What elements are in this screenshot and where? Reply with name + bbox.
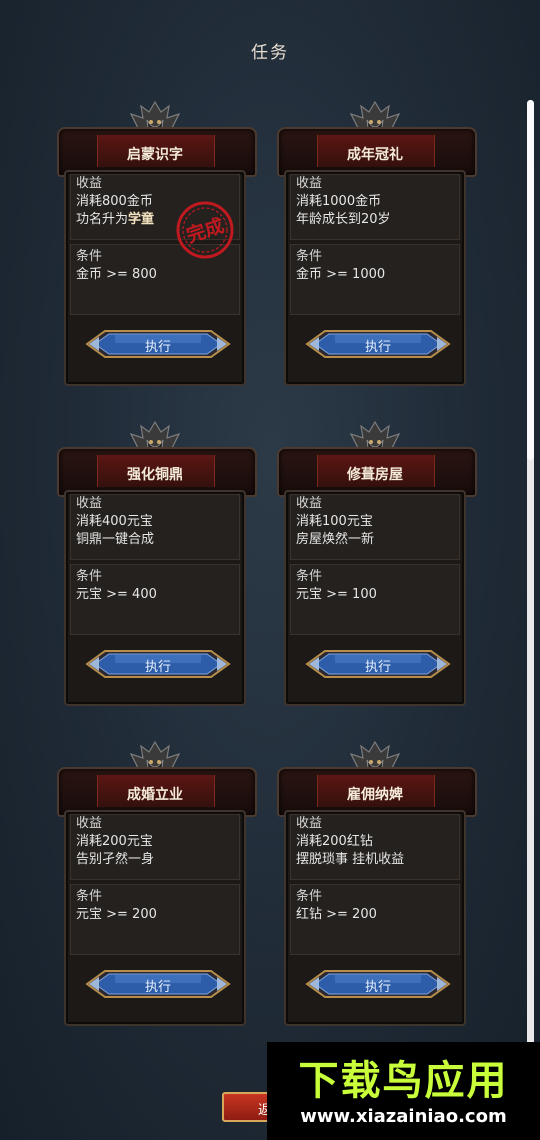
task-title: 成年冠礼 xyxy=(347,147,403,163)
revenue-box: 收益 消耗200元宝 告别孑然一身 xyxy=(70,814,240,880)
revenue-line: 消耗200元宝 xyxy=(76,834,153,849)
condition-header: 条件 xyxy=(296,249,323,264)
condition-box: 条件 元宝 >= 100 xyxy=(290,564,460,635)
svg-text:完成: 完成 xyxy=(184,214,227,248)
revenue-highlight: 学童 xyxy=(128,212,155,227)
condition-box: 条件 元宝 >= 200 xyxy=(70,884,240,955)
execute-button[interactable] xyxy=(85,969,231,999)
condition-value: 元宝 >= 100 xyxy=(296,587,377,602)
condition-box: 条件 红钻 >= 200 xyxy=(290,884,460,955)
scroll-thumb[interactable] xyxy=(527,100,534,460)
watermark-text: 下载鸟应用 xyxy=(298,1058,509,1104)
revenue-header: 收益 xyxy=(76,176,103,191)
revenue-line: 消耗100元宝 xyxy=(296,514,373,529)
revenue-line: 告别孑然一身 xyxy=(76,852,155,867)
task-title: 雇佣纳婢 xyxy=(347,787,403,803)
revenue-header: 收益 xyxy=(296,496,323,511)
task-card: 修葺房屋 收益 消耗100元宝 房屋焕然一新 条件 元宝 >= 100 执行 xyxy=(277,420,477,706)
revenue-line: 房屋焕然一新 xyxy=(296,532,375,547)
task-card: 成婚立业 收益 消耗200元宝 告别孑然一身 条件 元宝 >= 200 执行 xyxy=(57,740,257,1026)
revenue-box: 收益 消耗200红钻 摆脱琐事 挂机收益 xyxy=(290,814,460,880)
revenue-line: 年龄成长到20岁 xyxy=(296,212,391,227)
execute-button[interactable] xyxy=(85,649,231,679)
condition-header: 条件 xyxy=(76,569,103,584)
condition-header: 条件 xyxy=(296,569,323,584)
task-body: 收益 消耗1000金币 年龄成长到20岁 条件 金币 >= 1000 执行 xyxy=(284,170,466,386)
revenue-header: 收益 xyxy=(76,816,103,831)
condition-value: 元宝 >= 400 xyxy=(76,587,157,602)
page-title: 任务 xyxy=(251,43,289,63)
condition-header: 条件 xyxy=(296,889,323,904)
task-body: 收益 消耗100元宝 房屋焕然一新 条件 元宝 >= 100 执行 xyxy=(284,490,466,706)
task-card: 雇佣纳婢 收益 消耗200红钻 摆脱琐事 挂机收益 条件 红钻 >= 200 执… xyxy=(277,740,477,1026)
revenue-text: 功名升为 xyxy=(76,212,129,227)
condition-value: 红钻 >= 200 xyxy=(296,907,377,922)
scrollbar[interactable] xyxy=(527,100,534,1045)
revenue-box: 收益 消耗100元宝 房屋焕然一新 xyxy=(290,494,460,560)
revenue-box: 收益 消耗400元宝 铜鼎一键合成 xyxy=(70,494,240,560)
revenue-header: 收益 xyxy=(76,496,103,511)
condition-box: 条件 元宝 >= 400 xyxy=(70,564,240,635)
revenue-line: 消耗200红钻 xyxy=(296,834,373,849)
execute-button[interactable] xyxy=(305,969,451,999)
revenue-line: 消耗1000金币 xyxy=(296,194,382,209)
task-body: 收益 消耗200元宝 告别孑然一身 条件 元宝 >= 200 执行 xyxy=(64,810,246,1026)
revenue-header: 收益 xyxy=(296,816,323,831)
revenue-box: 收益 消耗1000金币 年龄成长到20岁 xyxy=(290,174,460,240)
revenue-line: 铜鼎一键合成 xyxy=(76,532,155,547)
revenue-line: 摆脱琐事 挂机收益 xyxy=(296,852,405,867)
execute-button[interactable] xyxy=(85,329,231,359)
task-title: 成婚立业 xyxy=(127,787,183,803)
watermark-url: www.xiazainiao.com xyxy=(300,1106,507,1127)
task-card: 成年冠礼 收益 消耗1000金币 年龄成长到20岁 条件 金币 >= 1000 … xyxy=(277,100,477,386)
watermark-logo: 下载鸟应用 www.xiazainiao.com xyxy=(267,1042,540,1140)
task-body: 收益 消耗200红钻 摆脱琐事 挂机收益 条件 红钻 >= 200 执行 xyxy=(284,810,466,1026)
revenue-header: 收益 xyxy=(296,176,323,191)
task-card: 强化铜鼎 收益 消耗400元宝 铜鼎一键合成 条件 元宝 >= 400 执行 xyxy=(57,420,257,706)
task-title: 修葺房屋 xyxy=(347,467,403,483)
condition-header: 条件 xyxy=(76,889,103,904)
task-body: 收益 消耗400元宝 铜鼎一键合成 条件 元宝 >= 400 执行 xyxy=(64,490,246,706)
condition-value: 元宝 >= 200 xyxy=(76,907,157,922)
execute-button[interactable] xyxy=(305,649,451,679)
task-title: 启蒙识字 xyxy=(127,147,183,163)
condition-box: 条件 金币 >= 1000 xyxy=(290,244,460,315)
revenue-line: 消耗400元宝 xyxy=(76,514,153,529)
execute-button[interactable] xyxy=(305,329,451,359)
task-title: 强化铜鼎 xyxy=(127,467,183,483)
completed-stamp: 完成 xyxy=(176,201,234,259)
condition-value: 金币 >= 800 xyxy=(76,267,157,282)
task-card: 启蒙识字 收益 消耗800金币 功名升为学童 条件 金币 >= 800 执行 完… xyxy=(57,100,257,386)
condition-value: 金币 >= 1000 xyxy=(296,267,386,282)
